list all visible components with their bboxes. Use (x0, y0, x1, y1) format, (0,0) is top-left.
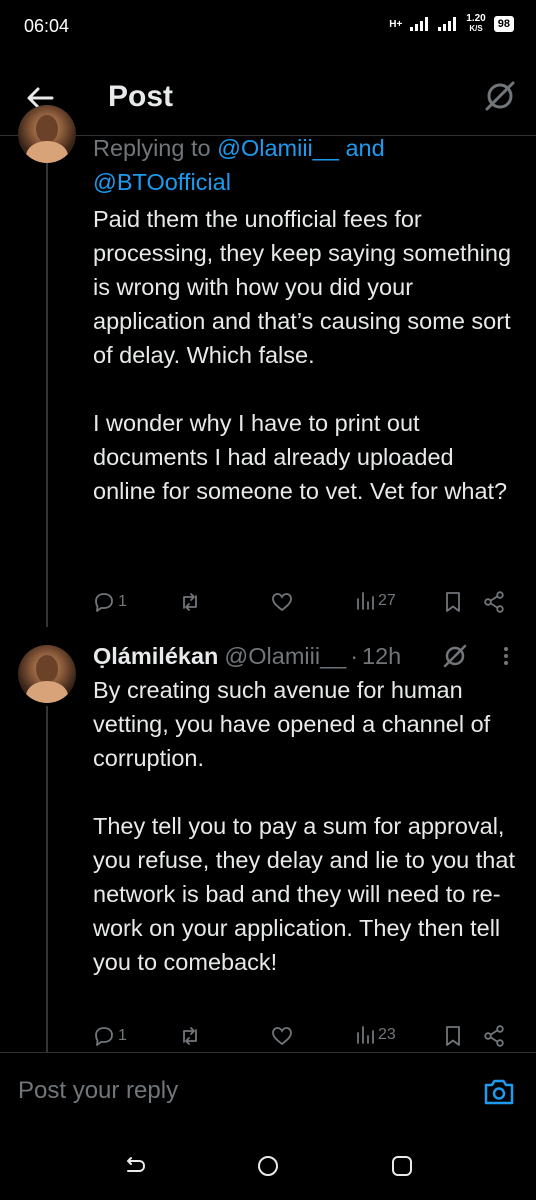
views-button[interactable]: 27 (354, 590, 396, 612)
share-icon (484, 591, 504, 613)
nav-back-icon (127, 1157, 145, 1172)
thread-line (46, 706, 48, 1052)
mention-link[interactable]: @Olamiii__ (217, 135, 339, 161)
camera-button[interactable] (482, 1075, 516, 1109)
grok-icon (485, 81, 515, 111)
separator-dot: · (350, 643, 359, 669)
network-type: H+ (389, 18, 403, 30)
repost-icon (183, 593, 197, 611)
status-time: 06:04 (24, 16, 70, 36)
view-count: 23 (378, 1026, 396, 1043)
nav-home-icon (258, 1156, 278, 1176)
grok-post-button[interactable] (440, 641, 470, 671)
heart-icon (272, 593, 292, 612)
bookmark-icon (446, 592, 460, 612)
reply-button[interactable]: 1 (92, 1024, 127, 1048)
user-handle[interactable]: @Olamiii__ (224, 639, 346, 673)
repost-button[interactable] (178, 590, 204, 614)
avatar[interactable] (18, 105, 76, 163)
replying-to-and: and (338, 135, 385, 161)
heart-icon (272, 1027, 292, 1046)
net-speed: 1.20 K/S (466, 14, 485, 34)
signal-icon (410, 17, 429, 31)
reply-composer: Post your reply (0, 1052, 536, 1134)
net-speed-unit: K/S (469, 24, 483, 33)
camera-icon (484, 1079, 514, 1105)
status-bar: 06:04 H+ 1.20 K/S 98 (0, 0, 536, 56)
page-title: Post (108, 80, 174, 113)
thread-line (46, 137, 48, 627)
reply-icon (95, 593, 113, 612)
nav-home-button[interactable] (254, 1152, 282, 1180)
post-actions: 1 23 (92, 1024, 512, 1054)
top-app-bar: Post (0, 56, 536, 136)
reply-button[interactable]: 1 (92, 590, 127, 614)
reply-count: 1 (118, 1027, 127, 1044)
more-options-button[interactable] (494, 641, 518, 671)
nav-recents-icon (392, 1156, 412, 1176)
reply-count: 1 (118, 593, 127, 610)
share-icon (484, 1025, 504, 1047)
repost-icon (183, 1027, 197, 1045)
repost-button[interactable] (178, 1024, 204, 1048)
post-text: Paid them the unofficial fees for proces… (93, 206, 512, 504)
reply-icon (95, 1027, 113, 1046)
post-time[interactable]: 12h (362, 639, 401, 673)
bookmark-icon (446, 1026, 460, 1046)
post-actions: 1 27 (92, 590, 512, 620)
status-icons: H+ 1.20 K/S 98 (389, 14, 514, 34)
nav-back-button[interactable] (120, 1152, 148, 1180)
share-button[interactable] (482, 590, 506, 614)
bookmark-button[interactable] (442, 590, 464, 614)
views-icon (357, 592, 374, 610)
views-button[interactable]: 23 (354, 1024, 396, 1046)
display-name[interactable]: Ọlámilékan (93, 639, 218, 673)
more-vertical-icon (504, 647, 508, 665)
post-text: By creating such avenue for human vettin… (93, 677, 515, 975)
replying-to-label: Replying to (93, 135, 218, 161)
grok-icon (443, 644, 467, 668)
net-speed-value: 1.20 (466, 13, 486, 24)
share-button[interactable] (482, 1024, 506, 1048)
signal-icon-2 (438, 17, 457, 31)
like-button[interactable] (270, 590, 296, 614)
bookmark-button[interactable] (442, 1024, 464, 1048)
system-nav-bar (0, 1134, 536, 1200)
reply-input[interactable]: Post your reply (18, 1077, 178, 1105)
view-count: 27 (378, 592, 396, 609)
views-icon (357, 1026, 374, 1044)
avatar[interactable] (18, 645, 76, 703)
nav-recents-button[interactable] (388, 1152, 416, 1180)
mention-link[interactable]: @BTOofficial (93, 169, 231, 195)
grok-button[interactable] (480, 76, 520, 116)
like-button[interactable] (270, 1024, 296, 1048)
battery-indicator: 98 (493, 16, 514, 32)
replying-to: Replying to @Olamiii__ and @BTOofficial (93, 131, 518, 199)
